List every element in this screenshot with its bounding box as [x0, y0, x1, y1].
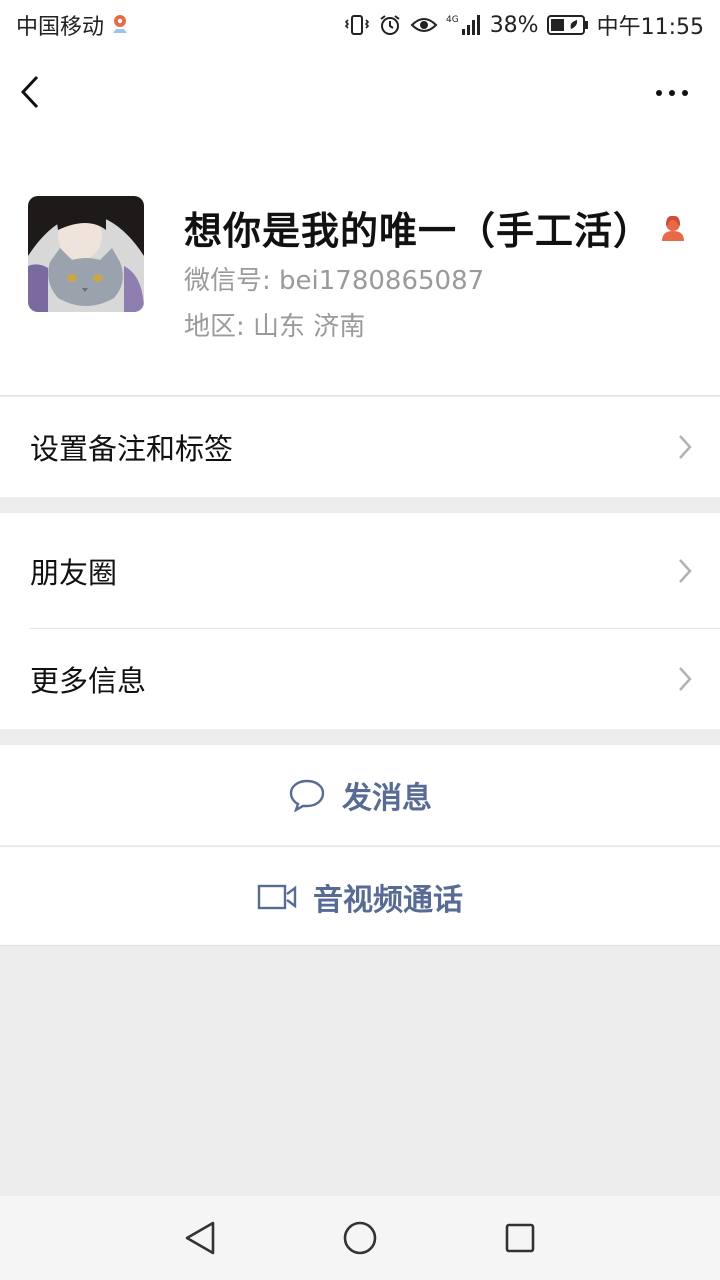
- chevron-right-icon: [678, 666, 692, 692]
- clock: 中午11:55: [596, 15, 704, 40]
- signal-icon: 4G: [446, 13, 482, 37]
- battery-icon: [546, 14, 589, 36]
- network-type-label: 4G: [446, 15, 459, 25]
- chevron-right-icon: [678, 558, 692, 584]
- circle-home-icon: [343, 1221, 377, 1255]
- more-dots-icon: [656, 90, 688, 96]
- square-recents-icon: [505, 1223, 535, 1253]
- status-bar: 中国移动 4G 38% 中午11:55: [0, 0, 720, 50]
- navigation-bar: [0, 1196, 720, 1280]
- nav-recents-button[interactable]: [500, 1218, 540, 1258]
- female-gender-icon: [658, 213, 688, 243]
- header: [0, 50, 720, 136]
- video-camera-icon: [257, 883, 297, 911]
- more-info-label: 更多信息: [30, 664, 147, 698]
- send-message-label: 发消息: [342, 781, 432, 816]
- battery-percent: 38%: [489, 12, 539, 38]
- set-remark-label: 设置备注和标签: [30, 432, 234, 466]
- chevron-right-icon: [678, 434, 692, 460]
- status-right: 4G 38% 中午11:55: [344, 9, 704, 41]
- triangle-back-icon: [185, 1221, 215, 1255]
- region: 地区: 山东 济南: [184, 312, 366, 342]
- nickname: 想你是我的唯一（手工活）: [184, 209, 653, 253]
- more-options-button[interactable]: [654, 78, 690, 108]
- divider: [0, 945, 720, 946]
- avatar-image: [28, 196, 144, 312]
- video-call-label: 音视频通话: [313, 882, 463, 918]
- chat-bubble-icon: [288, 778, 326, 812]
- wechat-id: 微信号: bei1780865087: [184, 266, 485, 296]
- more-info-row[interactable]: 更多信息: [0, 629, 720, 729]
- video-call-button[interactable]: 音视频通话: [0, 846, 720, 946]
- status-left: 中国移动: [16, 9, 130, 41]
- profile-card: 想你是我的唯一（手工活） 微信号: bei1780865087 地区: 山东 济…: [0, 136, 720, 396]
- moments-row[interactable]: 朋友圈: [0, 513, 720, 629]
- avatar[interactable]: [28, 196, 144, 312]
- nav-home-button[interactable]: [340, 1218, 380, 1258]
- moments-label: 朋友圈: [30, 556, 118, 590]
- set-remark-row[interactable]: 设置备注和标签: [0, 397, 720, 497]
- back-arrow-icon: [20, 75, 39, 109]
- nickname-row: 想你是我的唯一（手工活）: [184, 200, 688, 255]
- location-pin-icon: [110, 13, 130, 37]
- alarm-icon: [378, 13, 402, 37]
- send-message-button[interactable]: 发消息: [0, 745, 720, 845]
- vibrate-icon: [344, 13, 370, 37]
- back-button[interactable]: [20, 72, 54, 112]
- eye-comfort-icon: [410, 15, 438, 35]
- carrier-label: 中国移动: [16, 15, 105, 40]
- nav-back-button[interactable]: [180, 1218, 220, 1258]
